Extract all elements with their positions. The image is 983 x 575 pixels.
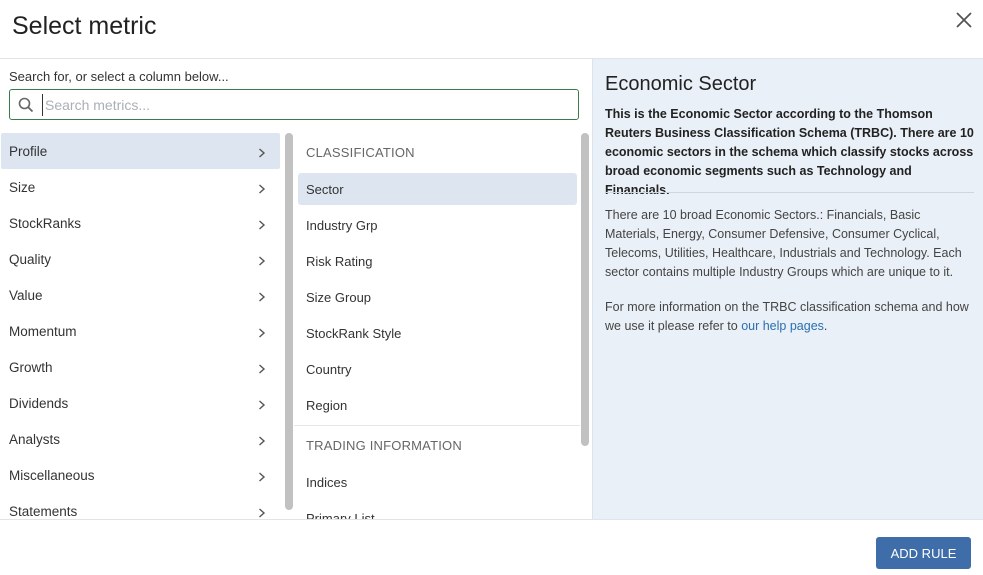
category-scrollbar-thumb[interactable] <box>285 133 293 510</box>
chevron-right-icon <box>258 254 266 266</box>
metric-list: CLASSIFICATION Sector Industry Grp Risk Rat… <box>294 133 580 519</box>
chevron-right-icon <box>258 290 266 302</box>
metric-item[interactable]: Risk Rating <box>294 243 580 279</box>
category-list: Profile Size StockRanks Quality Value Momentu… <box>0 133 284 519</box>
category-item[interactable]: Growth <box>0 349 284 385</box>
chevron-right-icon <box>258 434 266 446</box>
metric-item[interactable]: Size Group <box>294 279 580 315</box>
category-item[interactable]: Momentum <box>0 313 284 349</box>
category-label: Profile <box>9 143 48 159</box>
category-item[interactable]: Statements <box>0 493 284 519</box>
category-label: Statements <box>9 503 78 519</box>
chevron-right-icon <box>258 218 266 230</box>
metric-scrollbar-thumb[interactable] <box>581 133 589 446</box>
search-input[interactable] <box>42 94 562 116</box>
metric-section-heading: CLASSIFICATION <box>306 144 415 160</box>
chevron-right-icon <box>258 398 266 410</box>
dialog-title: Select metric <box>12 12 157 40</box>
metric-item[interactable]: Sector <box>298 173 577 205</box>
category-item[interactable]: StockRanks <box>0 205 284 241</box>
metric-item[interactable]: Primary List <box>294 500 580 520</box>
metric-section-heading: TRADING INFORMATION <box>306 437 462 453</box>
detail-divider <box>605 192 974 193</box>
category-label: Miscellaneous <box>9 467 95 483</box>
detail-paragraph: There are 10 broad Economic Sectors.: Fi… <box>605 208 962 279</box>
category-label: Analysts <box>9 431 61 447</box>
footer-divider <box>0 519 983 520</box>
category-label: Momentum <box>9 323 77 339</box>
metric-scrollbar[interactable] <box>581 133 590 519</box>
close-icon[interactable] <box>954 10 974 30</box>
metric-item[interactable]: Country <box>294 351 580 387</box>
detail-more-info: For more information on the TRBC classif… <box>605 298 977 336</box>
category-scrollbar[interactable] <box>285 133 293 519</box>
more-info-suffix: . <box>823 319 828 333</box>
help-pages-link[interactable]: our help pages <box>741 319 824 333</box>
category-label: Size <box>9 179 36 195</box>
chevron-right-icon <box>258 362 266 374</box>
category-label: Value <box>9 287 43 303</box>
category-item[interactable]: Dividends <box>0 385 284 421</box>
metric-item[interactable]: Region <box>294 387 580 423</box>
chevron-right-icon <box>258 470 266 482</box>
search-label: Search for, or select a column below... <box>9 69 229 84</box>
chevron-right-icon <box>258 146 266 158</box>
category-item[interactable]: Profile <box>1 133 280 169</box>
add-rule-button[interactable]: ADD RULE <box>876 537 971 569</box>
category-item[interactable]: Value <box>0 277 284 313</box>
category-label: Growth <box>9 359 53 375</box>
category-item[interactable]: Miscellaneous <box>0 457 284 493</box>
metric-detail-panel: Economic Sector This is the Economic Sec… <box>592 59 983 519</box>
chevron-right-icon <box>258 506 266 518</box>
detail-description: This is the Economic Sector according to… <box>605 107 974 197</box>
category-label: Quality <box>9 251 52 267</box>
metric-item[interactable]: StockRank Style <box>294 315 580 351</box>
search-field[interactable] <box>9 89 579 120</box>
category-item[interactable]: Size <box>0 169 284 205</box>
metric-picker: Search for, or select a column below... … <box>0 59 592 519</box>
category-item[interactable]: Analysts <box>0 421 284 457</box>
chevron-right-icon <box>258 182 266 194</box>
metric-item[interactable]: Industry Grp <box>294 207 580 243</box>
metric-item[interactable]: Indices <box>294 464 580 500</box>
search-icon <box>18 97 34 113</box>
category-item[interactable]: Quality <box>0 241 284 277</box>
chevron-right-icon <box>258 326 266 338</box>
detail-title: Economic Sector <box>605 73 757 95</box>
category-label: Dividends <box>9 395 69 411</box>
category-label: StockRanks <box>9 215 82 231</box>
